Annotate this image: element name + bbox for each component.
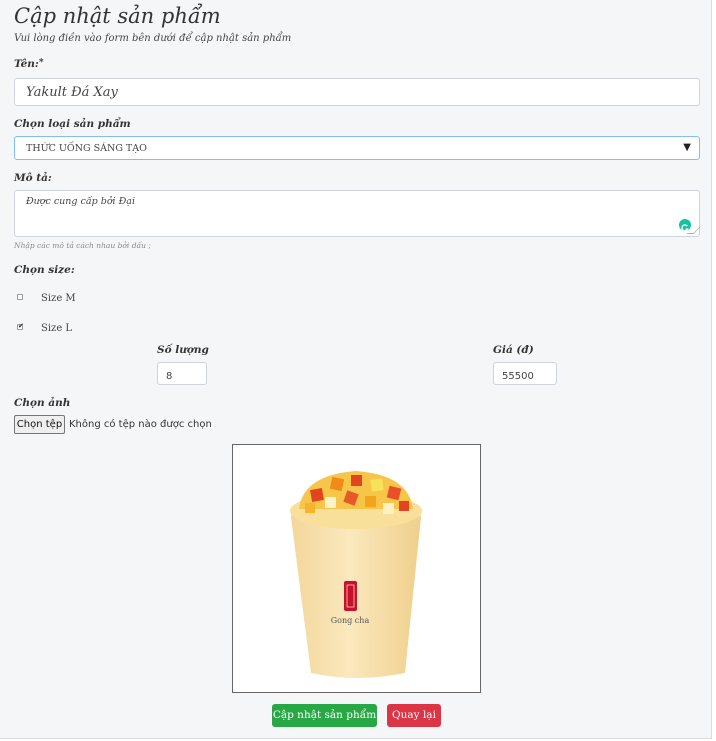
quantity-input[interactable]: 8 [157, 362, 207, 385]
description-label: Mô tả: [14, 172, 52, 184]
name-label: Tên:* [14, 58, 44, 70]
category-select-value: THỨC UỐNG SÁNG TẠO [26, 143, 147, 154]
grammarly-g-icon [681, 224, 689, 232]
size-m-checkbox[interactable] [17, 294, 23, 300]
product-image: Gong cha [290, 471, 422, 678]
size-m-label: Size M [41, 293, 76, 304]
description-help-text: Nhập các mô tả cách nhau bởi dấu ; [14, 241, 151, 250]
price-input[interactable]: 55500 [493, 362, 557, 385]
file-status-text: Không có tệp nào được chọn [69, 419, 212, 430]
page-title: Cập nhật sản phẩm [14, 4, 221, 28]
category-select[interactable]: THỨC UỐNG SÁNG TẠO ▼ [14, 136, 700, 160]
cup-logo-text: Gong cha [331, 616, 370, 625]
size-l-checkbox[interactable] [17, 322, 24, 330]
image-label: Chọn ảnh [14, 397, 71, 409]
size-l-label: Size L [41, 323, 73, 334]
name-label-text: Tên: [14, 58, 39, 70]
size-label: Chọn size: [14, 264, 75, 276]
description-textarea[interactable]: Được cung cấp bởi Đại [14, 190, 701, 237]
quantity-label: Số lượng [157, 344, 209, 356]
name-input-value: Yakult Đá Xay [26, 85, 118, 100]
dropdown-arrow-icon: ▼ [683, 142, 691, 153]
choose-file-button[interactable]: Chọn tệp [14, 415, 65, 434]
price-label: Giá (đ) [493, 344, 534, 356]
back-button[interactable]: Quay lại [387, 704, 441, 727]
name-input[interactable]: Yakult Đá Xay [14, 78, 700, 106]
update-product-form: Cập nhật sản phẩm Vui lòng điền vào form… [0, 0, 712, 739]
update-product-button[interactable]: Cập nhật sản phẩm [272, 704, 377, 727]
required-mark: * [38, 58, 44, 68]
description-value: Được cung cấp bởi Đại [26, 196, 135, 207]
page-subtitle: Vui lòng điền vào form bên dưới để cập n… [14, 33, 292, 44]
category-label: Chọn loại sản phẩm [14, 118, 131, 130]
product-image-preview: Gong cha [232, 444, 481, 693]
grammarly-icon[interactable] [679, 219, 691, 232]
